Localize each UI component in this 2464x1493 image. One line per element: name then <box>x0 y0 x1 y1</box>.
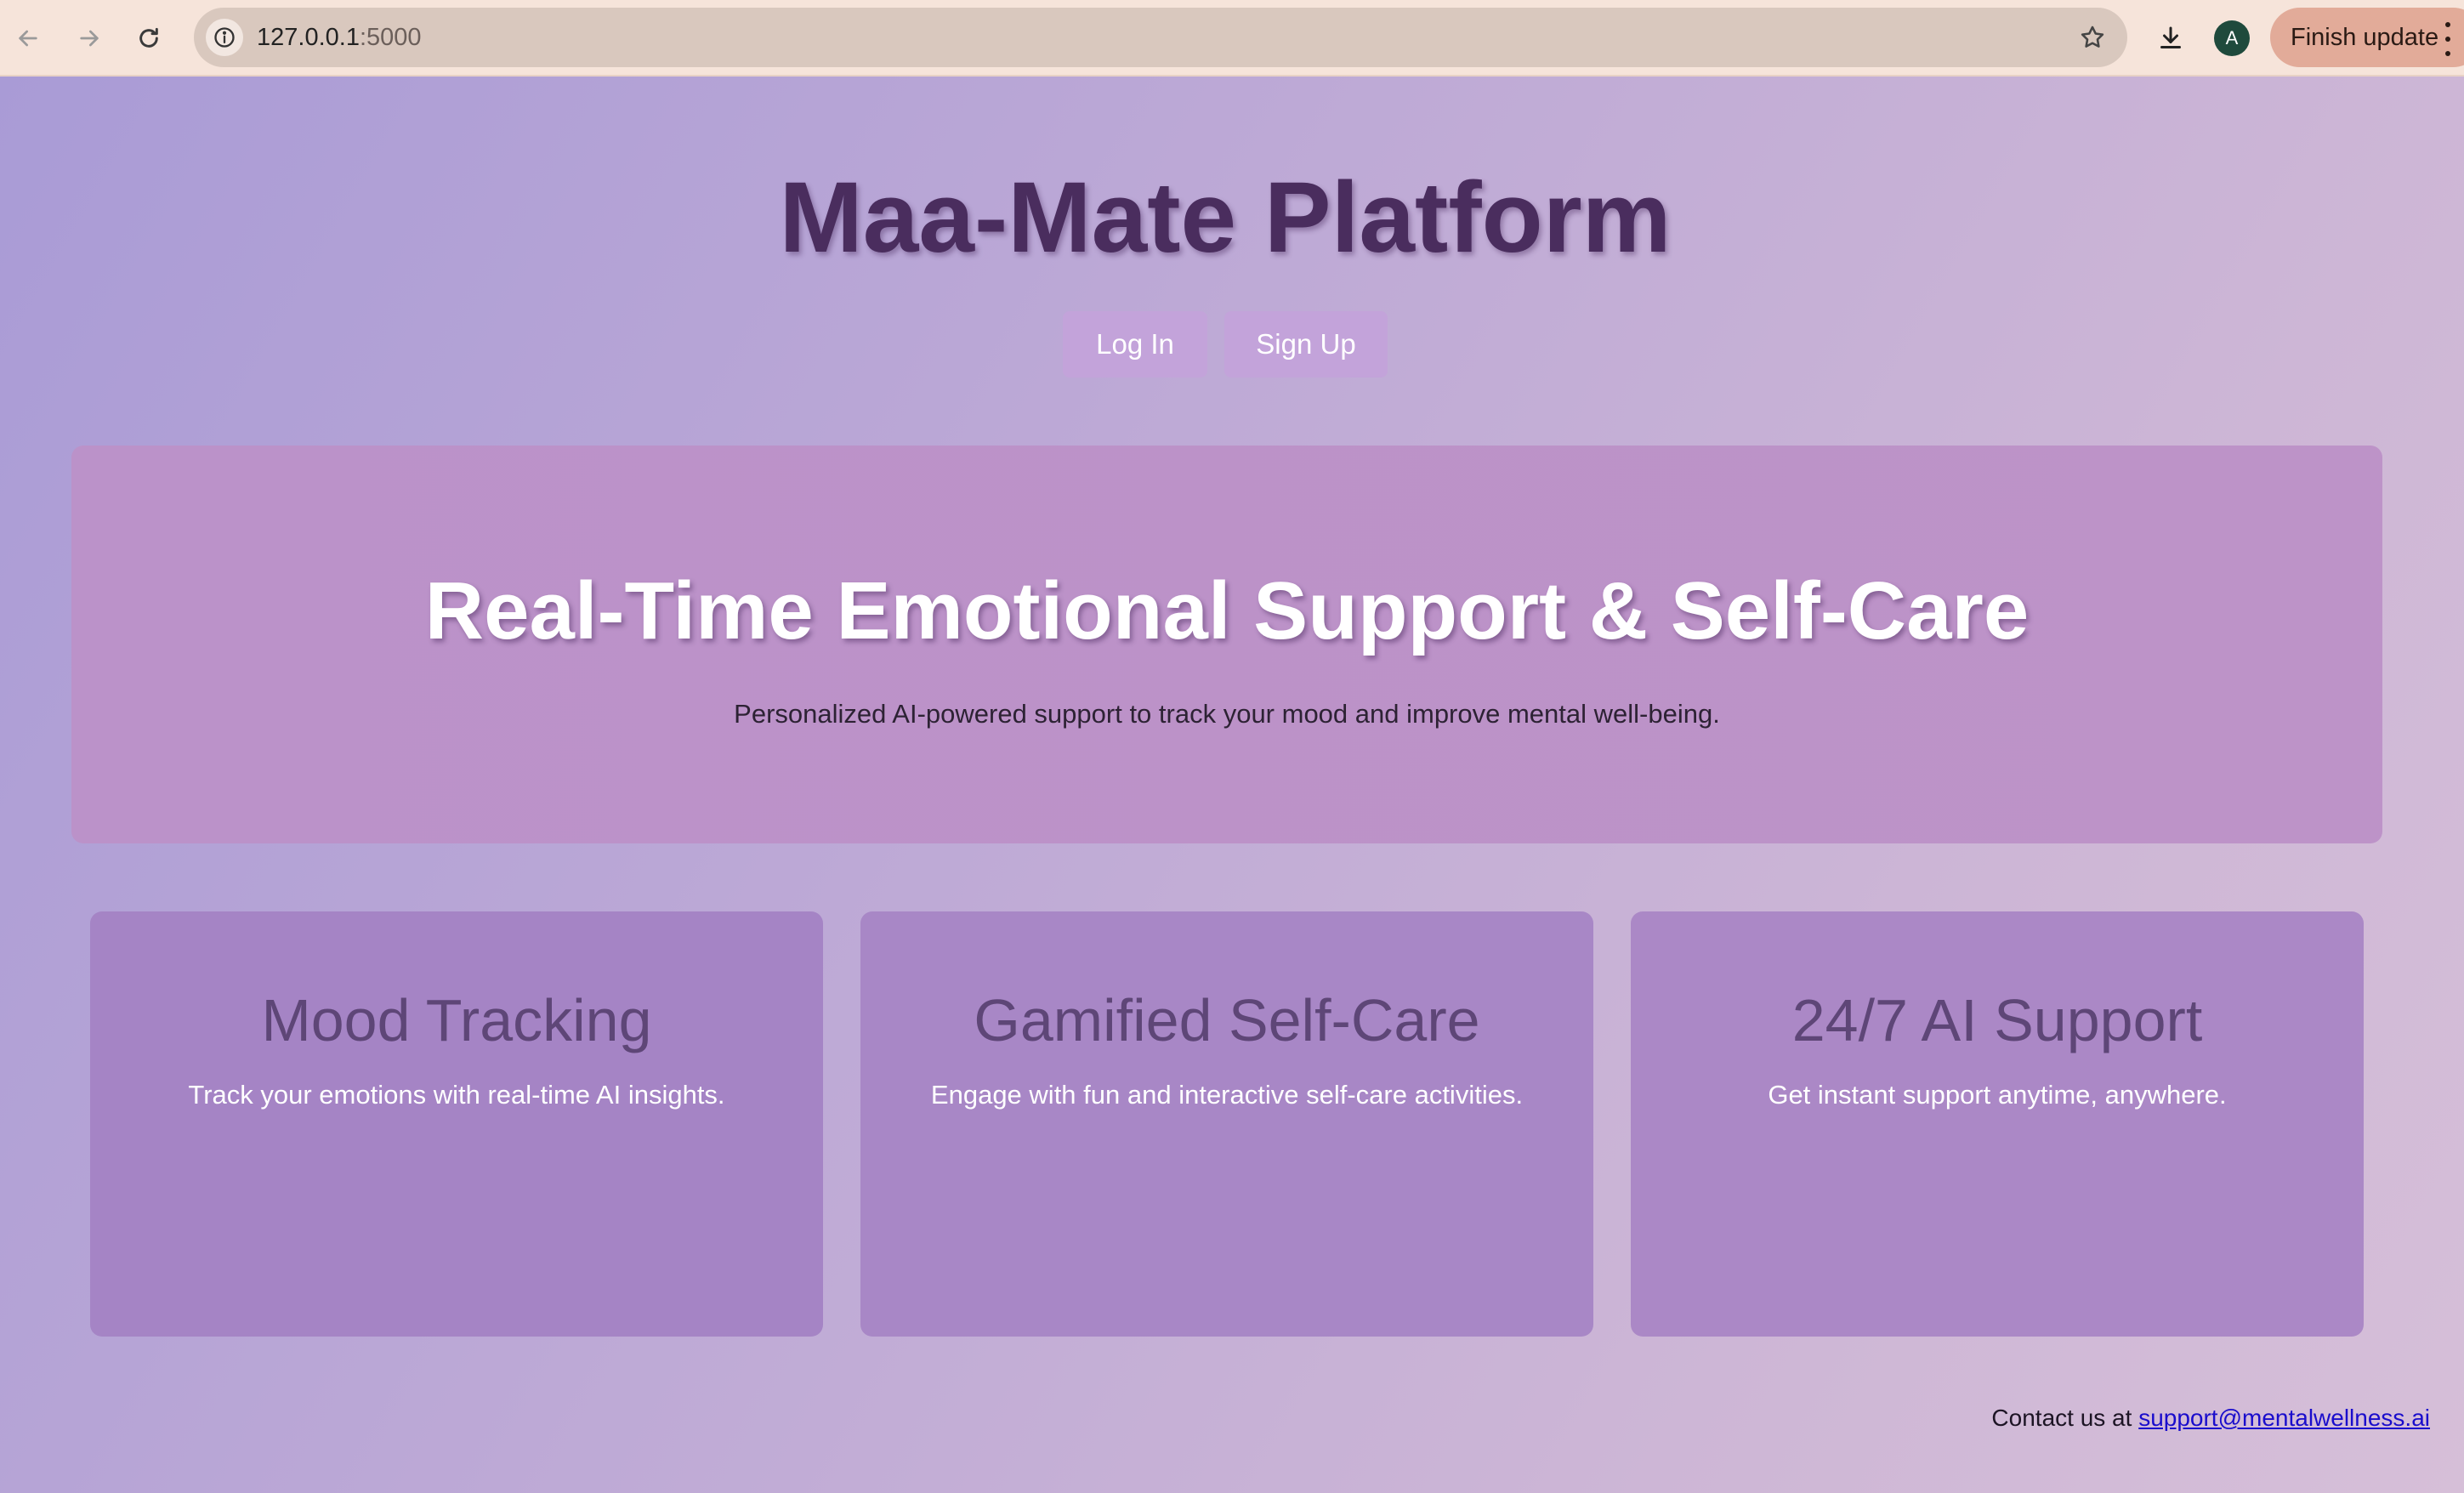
back-button[interactable] <box>9 19 48 58</box>
address-bar[interactable]: 127.0.0.1:5000 <box>194 8 2127 67</box>
reload-button[interactable] <box>129 19 168 58</box>
url-text[interactable]: 127.0.0.1:5000 <box>257 8 422 67</box>
feature-title: 24/7 AI Support <box>1791 987 2203 1053</box>
contact-prefix: Contact us at <box>1991 1405 2139 1431</box>
feature-description: Track your emotions with real-time AI in… <box>188 1080 725 1110</box>
download-icon <box>2160 26 2181 48</box>
url-port: :5000 <box>359 24 422 51</box>
downloads-button[interactable] <box>2151 19 2190 58</box>
feature-card-mood-tracking: Mood Tracking Track your emotions with r… <box>90 911 823 1337</box>
auth-buttons: Log In Sign Up <box>0 311 2450 378</box>
signup-button[interactable]: Sign Up <box>1224 311 1388 378</box>
feature-title: Mood Tracking <box>261 987 652 1053</box>
site-title: Maa-Mate Platform <box>779 162 1672 274</box>
feature-card-ai-support: 24/7 AI Support Get instant support anyt… <box>1631 911 2364 1337</box>
page-body: Maa-Mate Platform Log In Sign Up Real-Ti… <box>0 77 2464 1493</box>
star-icon <box>2081 26 2104 48</box>
profile-avatar[interactable]: A <box>2214 20 2250 56</box>
forward-button[interactable] <box>70 19 109 58</box>
url-host: 127.0.0.1 <box>257 24 360 51</box>
feature-card-gamified-self-care: Gamified Self-Care Engage with fun and i… <box>860 911 1593 1337</box>
feature-title: Gamified Self-Care <box>974 987 1480 1053</box>
contact-email-link[interactable]: support@mentalwellness.ai <box>2138 1405 2430 1431</box>
bookmark-button[interactable] <box>2076 21 2109 54</box>
arrow-right-icon <box>80 30 99 47</box>
kebab-menu-icon[interactable] <box>2442 22 2454 56</box>
footer-contact: Contact us at support@mentalwellness.ai <box>1991 1405 2430 1432</box>
browser-toolbar: 127.0.0.1:5000 A Finish update <box>0 0 2464 77</box>
feature-description: Engage with fun and interactive self-car… <box>930 1080 1524 1110</box>
site-info-button[interactable] <box>206 19 243 56</box>
finish-update-button[interactable]: Finish update <box>2270 8 2464 67</box>
feature-description: Get instant support anytime, anywhere. <box>1768 1080 2227 1110</box>
reload-icon <box>139 27 158 48</box>
hero-title: Real-Time Emotional Support & Self-Care <box>424 565 2030 656</box>
hero-banner: Real-Time Emotional Support & Self-Care … <box>71 446 2382 843</box>
login-button[interactable]: Log In <box>1063 311 1207 378</box>
hero-subtitle: Personalized AI-powered support to track… <box>734 699 1720 729</box>
info-icon <box>214 27 235 48</box>
arrow-left-icon <box>19 30 37 47</box>
features-section: Mood Tracking Track your emotions with r… <box>90 911 2365 1337</box>
